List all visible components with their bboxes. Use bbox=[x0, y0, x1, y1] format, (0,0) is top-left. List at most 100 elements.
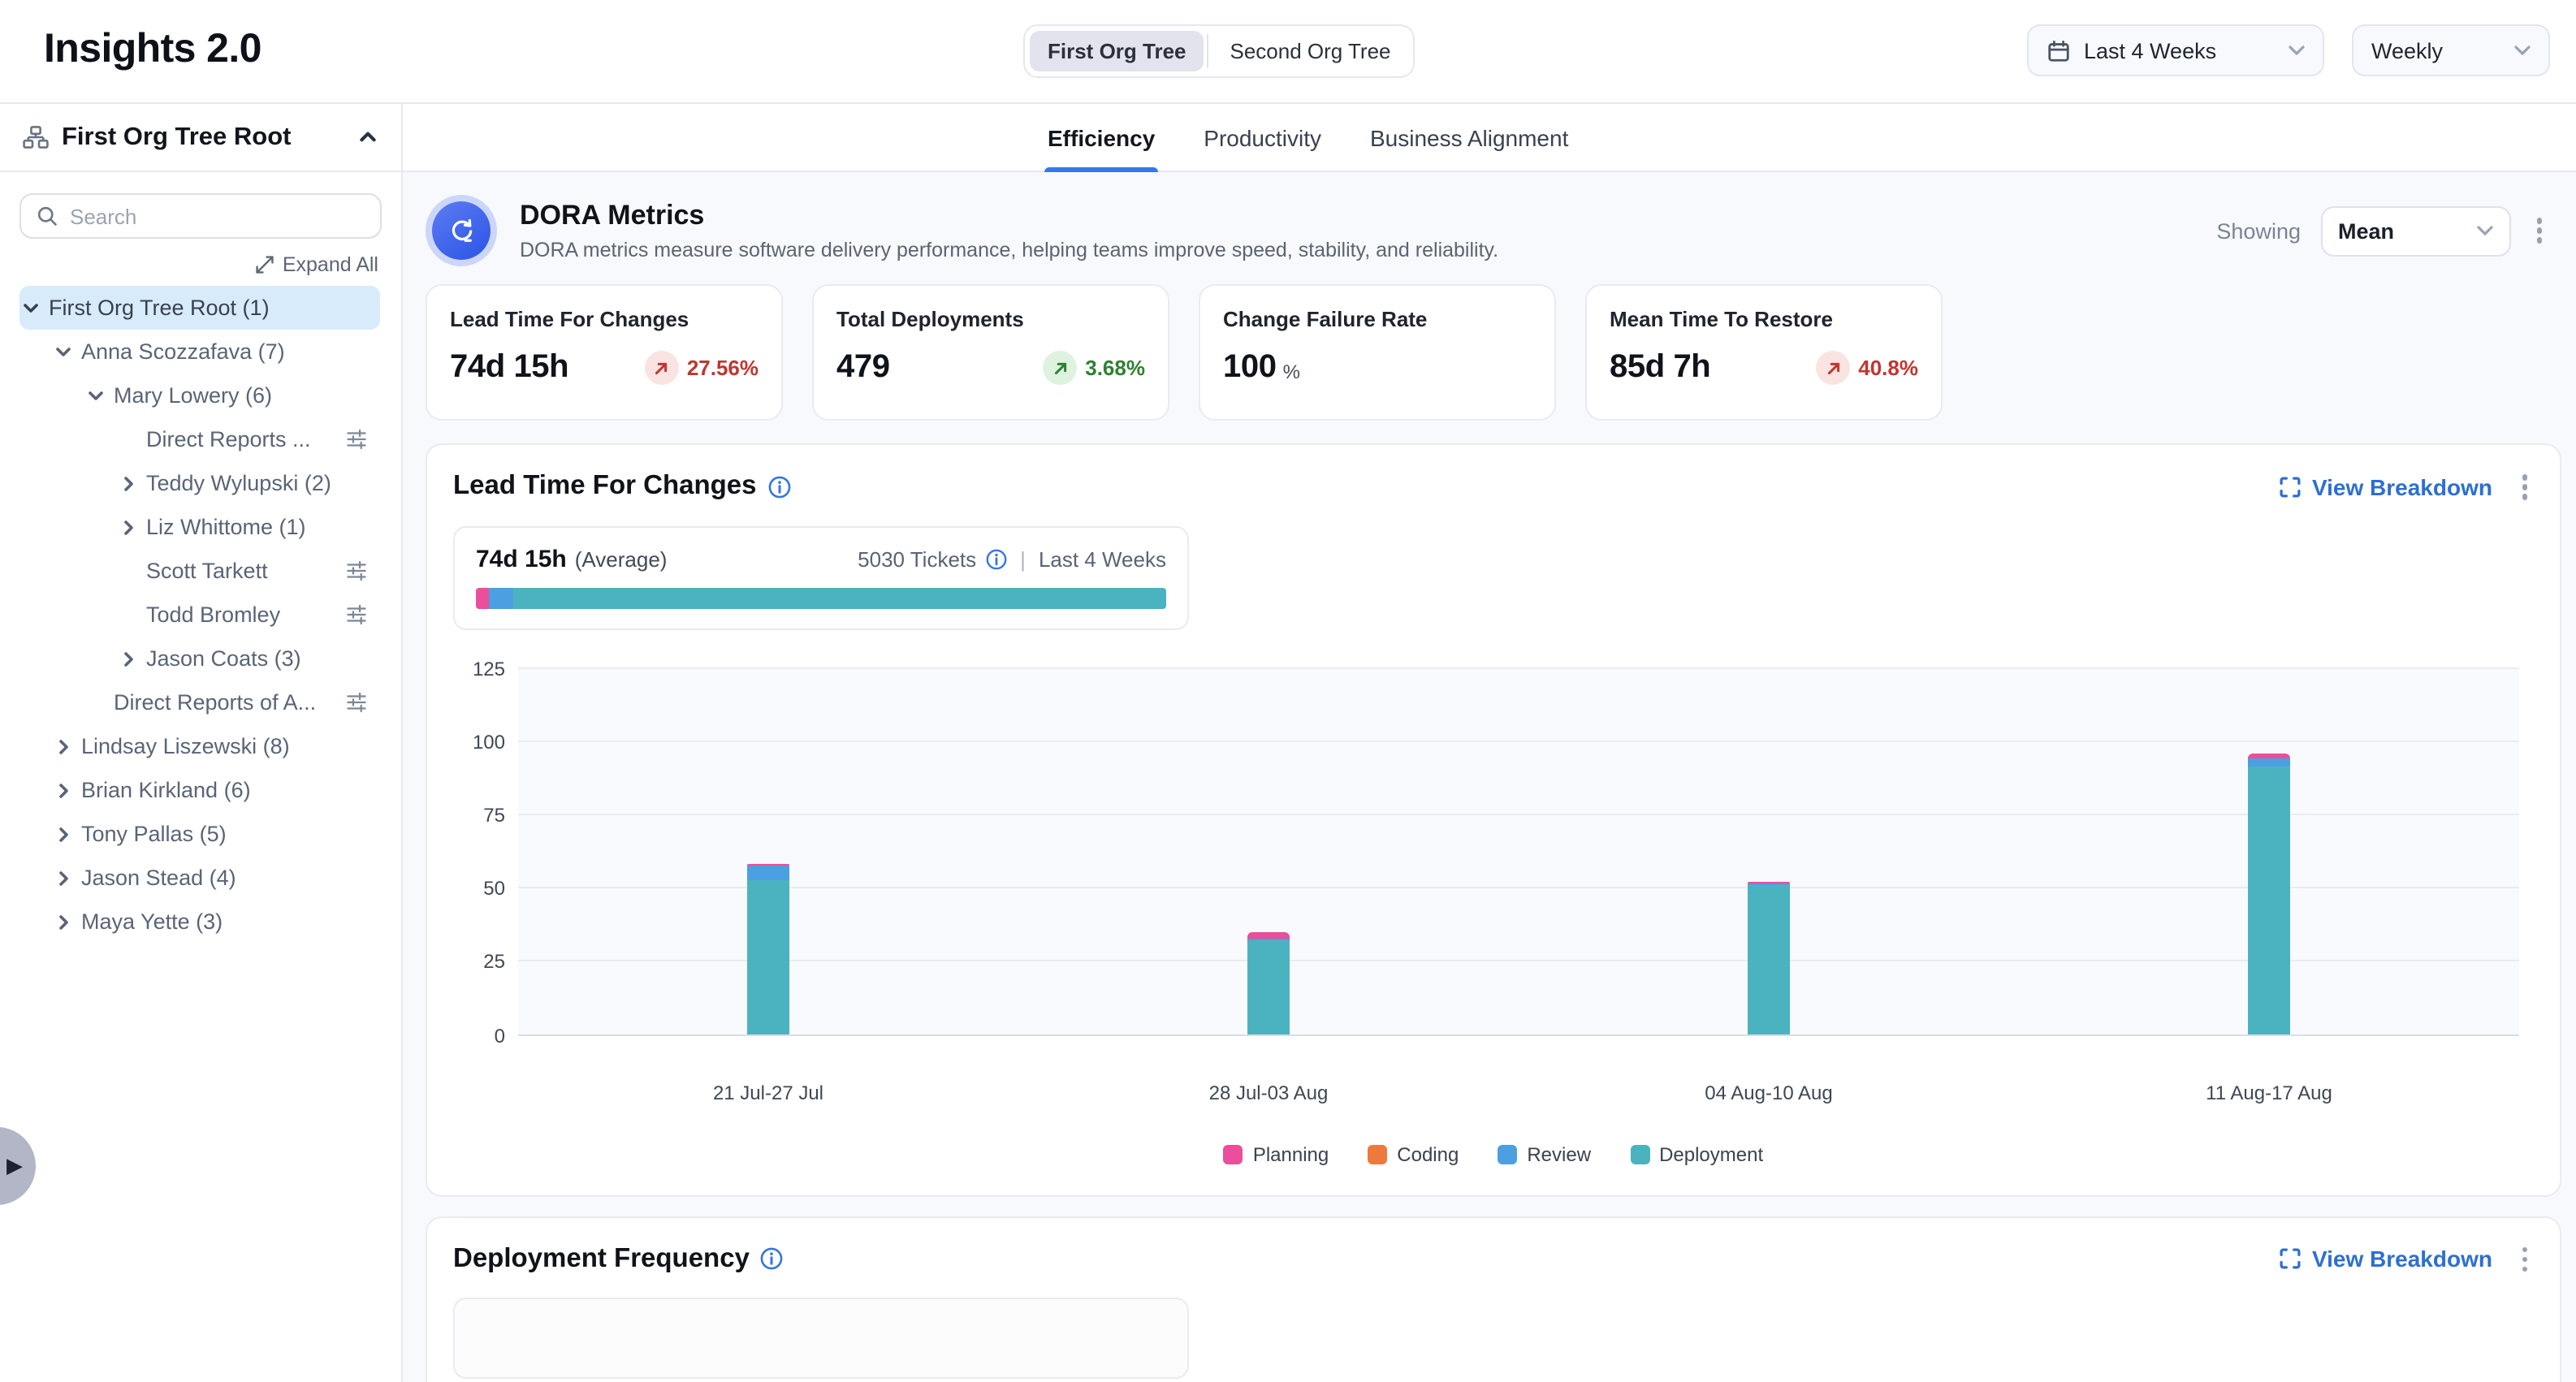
metric-label: Change Failure Rate bbox=[1223, 307, 1532, 331]
legend-item[interactable]: Coding bbox=[1368, 1142, 1459, 1165]
tree-item[interactable]: Maya Yette (3) bbox=[19, 900, 380, 944]
bar-segment-deployment bbox=[1748, 885, 1790, 1034]
sidebar-header: First Org Tree Root bbox=[0, 104, 401, 172]
filters-icon[interactable] bbox=[346, 692, 367, 713]
dora-header: DORA Metrics DORA metrics measure softwa… bbox=[426, 195, 2561, 266]
legend-swatch bbox=[1498, 1144, 1517, 1164]
metric-card: Mean Time To Restore85d 7h40.8% bbox=[1585, 284, 1943, 421]
view-breakdown-link[interactable]: View Breakdown bbox=[2280, 474, 2492, 500]
toggle-second-org-tree[interactable]: Second Org Tree bbox=[1212, 31, 1409, 71]
chevron-right-icon[interactable] bbox=[52, 823, 75, 845]
dora-kebab-menu[interactable] bbox=[2530, 212, 2548, 250]
trend-badge: 3.68% bbox=[1043, 351, 1145, 385]
tree-item-label: Jason Coats (3) bbox=[146, 646, 301, 671]
sidebar-search bbox=[19, 193, 382, 239]
tree-item[interactable]: Teddy Wylupski (2) bbox=[19, 461, 380, 505]
chevron-down-icon[interactable] bbox=[19, 296, 42, 319]
tree-item[interactable]: Anna Scozzafava (7) bbox=[19, 330, 380, 374]
legend-swatch bbox=[1224, 1144, 1243, 1164]
aggregation-select[interactable]: Mean bbox=[2320, 205, 2510, 256]
org-tree: First Org Tree Root (1)Anna Scozzafava (… bbox=[0, 286, 401, 944]
metric-card: Lead Time For Changes74d 15h27.56% bbox=[426, 284, 783, 421]
average-value: 74d 15h bbox=[476, 545, 567, 572]
tree-item-label: Brian Kirkland (6) bbox=[81, 778, 251, 802]
tree-item-label: Jason Stead (4) bbox=[81, 866, 236, 890]
expand-all-button[interactable]: Expand All bbox=[0, 253, 378, 276]
gridline bbox=[518, 667, 2519, 668]
chevron-down-icon[interactable] bbox=[52, 340, 75, 363]
tree-item[interactable]: Jason Coats (3) bbox=[19, 637, 380, 680]
tab-efficiency[interactable]: Efficiency bbox=[1048, 104, 1155, 171]
tree-item[interactable]: First Org Tree Root (1) bbox=[19, 286, 380, 330]
deployment-frequency-title: Deployment Frequency bbox=[453, 1244, 750, 1275]
tree-item[interactable]: Todd Bromley bbox=[19, 593, 380, 637]
legend-item[interactable]: Deployment bbox=[1630, 1142, 1763, 1165]
tree-item-label: Tony Pallas (5) bbox=[81, 822, 227, 846]
toggle-divider bbox=[1208, 34, 1209, 68]
tab-productivity[interactable]: Productivity bbox=[1204, 104, 1321, 171]
lead-time-kebab-menu[interactable] bbox=[2515, 468, 2534, 506]
chevron-right-icon[interactable] bbox=[52, 866, 75, 889]
toggle-first-org-tree[interactable]: First Org Tree bbox=[1030, 31, 1204, 71]
gridline bbox=[518, 961, 2519, 962]
chart-y-axis: 0255075100125 bbox=[453, 668, 518, 1035]
filters-icon[interactable] bbox=[346, 429, 367, 450]
tree-item[interactable]: Brian Kirkland (6) bbox=[19, 768, 380, 812]
tree-item-label: Direct Reports of A... bbox=[114, 690, 316, 715]
deployment-summary-box bbox=[453, 1298, 1189, 1379]
filters-icon[interactable] bbox=[346, 560, 367, 581]
chevron-spacer bbox=[117, 559, 140, 582]
chevron-right-icon[interactable] bbox=[117, 516, 140, 538]
average-summary-box: 74d 15h (Average) 5030 Tickets | Last 4 … bbox=[453, 525, 1189, 629]
chevron-right-icon[interactable] bbox=[117, 472, 140, 494]
tree-item[interactable]: Direct Reports ... bbox=[19, 417, 380, 461]
aggregation-value: Mean bbox=[2338, 218, 2394, 243]
expand-all-label: Expand All bbox=[283, 253, 378, 276]
chevron-right-icon[interactable] bbox=[52, 779, 75, 801]
y-tick-label: 25 bbox=[483, 951, 505, 974]
expand-corners-icon bbox=[2280, 476, 2302, 499]
info-icon[interactable] bbox=[761, 1248, 784, 1271]
distribution-segment bbox=[513, 587, 1166, 608]
granularity-select[interactable]: Weekly bbox=[2352, 24, 2550, 76]
tree-item[interactable]: Tony Pallas (5) bbox=[19, 812, 380, 856]
chevron-down-icon bbox=[2289, 45, 2305, 55]
filters-icon[interactable] bbox=[346, 604, 367, 625]
tree-item[interactable]: Jason Stead (4) bbox=[19, 856, 380, 900]
bar-segment-planning bbox=[2248, 754, 2290, 759]
info-icon[interactable] bbox=[768, 476, 791, 499]
metric-unit: % bbox=[1283, 360, 1300, 382]
chart-legend: Planning Coding Review Deployment bbox=[453, 1142, 2534, 1165]
app: Insights 2.0 First Org Tree Second Org T… bbox=[0, 0, 2576, 1382]
chart-x-axis: 21 Jul-27 Jul28 Jul-03 Aug04 Aug-10 Aug1… bbox=[518, 1081, 2519, 1103]
tree-item[interactable]: Liz Whittome (1) bbox=[19, 505, 380, 549]
chevron-spacer bbox=[117, 603, 140, 626]
search-input[interactable] bbox=[70, 204, 365, 228]
tree-item[interactable]: Mary Lowery (6) bbox=[19, 374, 380, 417]
info-icon[interactable] bbox=[986, 548, 1007, 569]
chevron-right-icon[interactable] bbox=[117, 647, 140, 670]
phase-distribution-bar bbox=[476, 587, 1166, 608]
date-range-select[interactable]: Last 4 Weeks bbox=[2027, 24, 2324, 76]
chevron-down-icon[interactable] bbox=[84, 384, 107, 407]
x-tick-label: 04 Aug-10 Aug bbox=[1519, 1081, 2019, 1103]
metric-label: Total Deployments bbox=[836, 307, 1145, 331]
header-controls: Last 4 Weeks Weekly bbox=[2027, 24, 2550, 76]
tab-business-alignment[interactable]: Business Alignment bbox=[1370, 104, 1568, 171]
tree-item[interactable]: Scott Tarkett bbox=[19, 549, 380, 593]
legend-item[interactable]: Review bbox=[1498, 1142, 1591, 1165]
divider: | bbox=[1020, 546, 1026, 571]
bar-segment-review bbox=[2248, 759, 2290, 767]
collapse-sidebar-icon[interactable] bbox=[357, 127, 378, 148]
distribution-segment bbox=[488, 587, 513, 608]
view-breakdown-link[interactable]: View Breakdown bbox=[2280, 1246, 2492, 1272]
tree-item[interactable]: Lindsay Liszewski (8) bbox=[19, 724, 380, 768]
metric-value: 85d 7h bbox=[1610, 349, 1710, 387]
metric-value: 74d 15h bbox=[450, 349, 568, 387]
trend-up-icon bbox=[645, 351, 679, 385]
chevron-right-icon[interactable] bbox=[52, 735, 75, 758]
chevron-right-icon[interactable] bbox=[52, 910, 75, 933]
legend-item[interactable]: Planning bbox=[1224, 1142, 1329, 1165]
tree-item[interactable]: Direct Reports of A... bbox=[19, 680, 380, 724]
deployment-kebab-menu[interactable] bbox=[2515, 1240, 2534, 1278]
